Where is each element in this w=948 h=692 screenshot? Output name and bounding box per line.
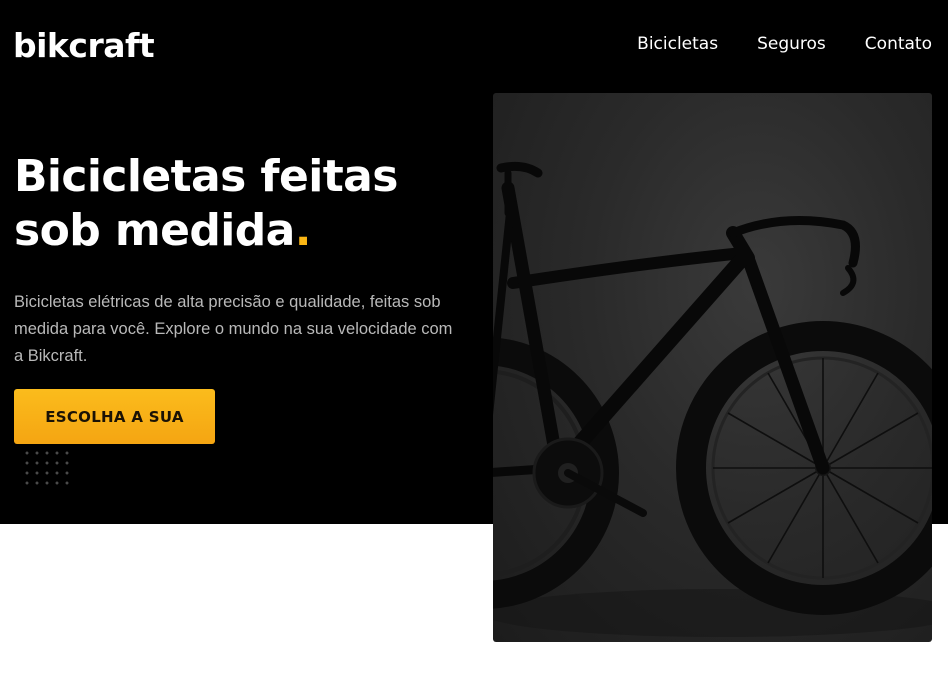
- hero-bike-image: [493, 93, 932, 642]
- main-nav: Bicicletas Seguros Contato: [637, 33, 932, 55]
- headline-line-2: sob medida: [14, 205, 295, 256]
- nav-link-seguros[interactable]: Seguros: [757, 33, 826, 55]
- nav-link-bicicletas[interactable]: Bicicletas: [637, 33, 718, 55]
- crankset: [532, 437, 647, 517]
- nav-link-contato[interactable]: Contato: [865, 33, 932, 55]
- bike-frame: [493, 161, 860, 477]
- front-wheel: [676, 321, 932, 615]
- decorative-dot-grid: [22, 448, 70, 488]
- hero-headline: Bicicletas feitas sob medida.: [14, 150, 484, 258]
- headline-line-1: Bicicletas feitas: [14, 151, 398, 202]
- logo[interactable]: bikcraft: [13, 26, 155, 66]
- choose-bike-button[interactable]: ESCOLHA A SUA: [14, 389, 215, 444]
- hero-description: Bicicletas elétricas de alta precisão e …: [14, 293, 453, 365]
- headline-accent-dot: .: [294, 205, 312, 256]
- bike-illustration: [493, 161, 932, 637]
